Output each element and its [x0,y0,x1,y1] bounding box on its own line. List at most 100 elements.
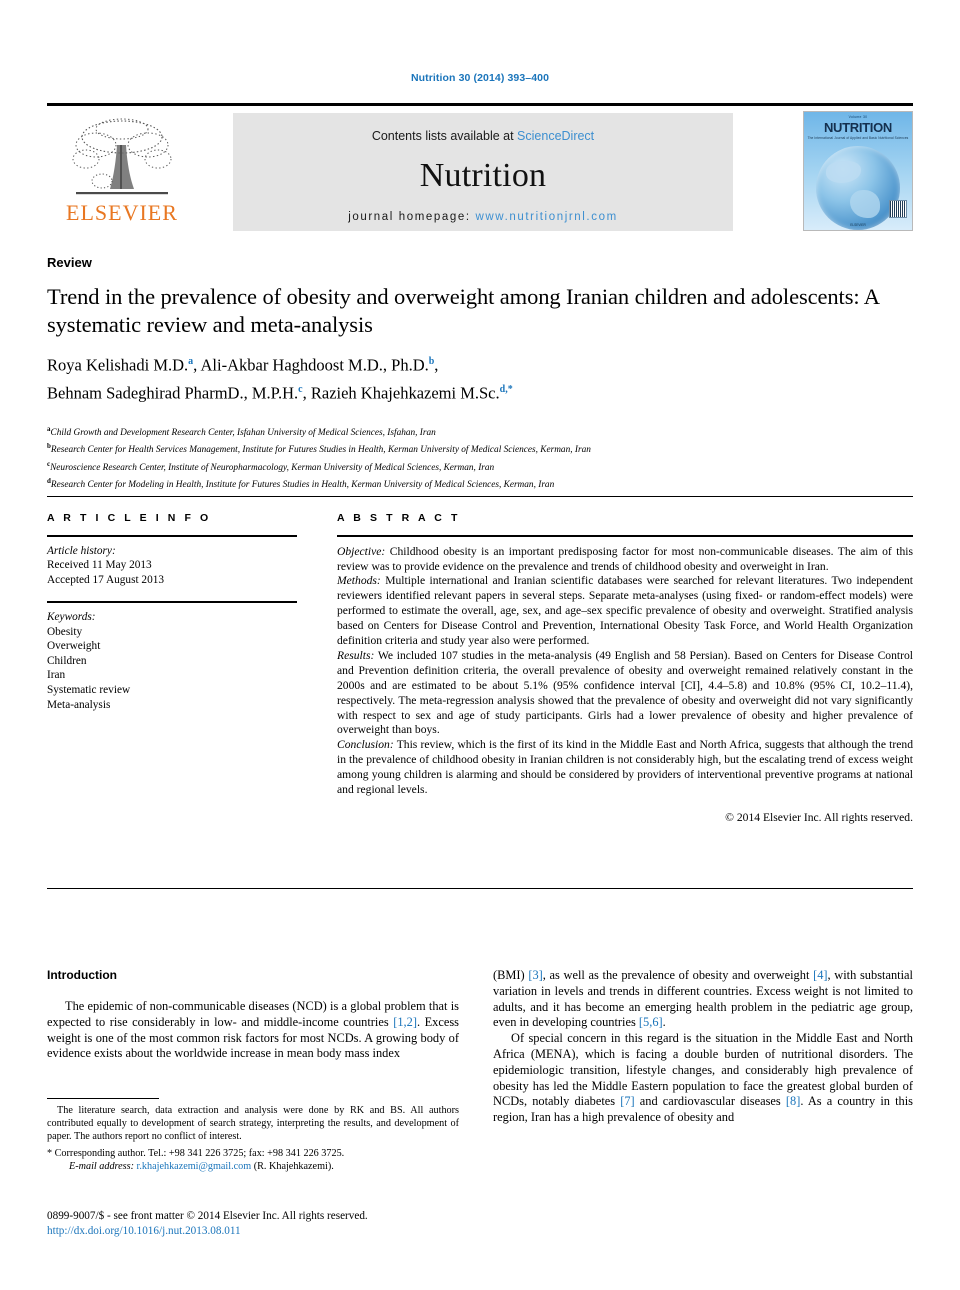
abstract-section-results: Results: We included 107 studies in the … [337,649,913,738]
citation-ref-3[interactable]: [3] [528,968,542,982]
affiliation-text: Neuroscience Research Center, Institute … [50,462,495,473]
abstract-label-objective: Objective: [337,544,386,558]
article-info-rule [47,535,297,537]
footnote-email-line: E-mail address: r.khajehkazemi@gmail.com… [47,1160,459,1173]
keyword-item: Obesity [47,625,83,638]
intro-p2-part-b: and cardiovascular diseases [634,1094,786,1109]
affiliation-item: aChild Growth and Development Research C… [47,423,927,440]
running-head: Nutrition 30 (2014) 393–400 [410,72,550,84]
affiliation-item: cNeuroscience Research Center, Institute… [47,458,927,475]
journal-masthead: ELSEVIER Contents lists available at Sci… [47,103,913,231]
author-line-1-end: , [434,355,439,375]
citation-ref-4[interactable]: [4] [813,968,827,982]
keyword-item: Children [47,654,87,667]
abstract-label-results: Results: [337,648,375,662]
author-names-1: Roya Kelishadi M.D. [47,355,189,375]
footnote-contribution: The literature search, data extraction a… [47,1105,459,1143]
article-info-column: A R T I C L E I N F O Article history: R… [47,512,297,712]
body-right-column: (BMI) [3], as well as the prevalence of … [493,968,913,1126]
abstract-section-conclusion: Conclusion: This review, which is the fi… [337,738,913,798]
sciencedirect-link[interactable]: ScienceDirect [517,129,594,143]
affiliation-text: Child Growth and Development Research Ce… [50,428,436,439]
corresponding-author-text: Corresponding author. Tel.: +98 341 226 … [52,1147,345,1159]
intro-p1-cont-b: , as well as the prevalence of obesity a… [542,968,814,982]
doi-link[interactable]: http://dx.doi.org/10.1016/j.nut.2013.08.… [47,1225,241,1237]
section-heading-introduction: Introduction [47,968,117,982]
article-type-kicker: Review [47,255,92,270]
intro-p1-cont-a: (BMI) [493,968,529,982]
abstract-heading: A B S T R A C T [337,512,461,524]
article-history-received: Received 11 May 2013 [47,559,152,572]
citation-ref-5-6[interactable]: [5,6] [639,1015,663,1029]
footnote-rule [47,1098,159,1099]
journal-homepage-prefix: journal homepage: [348,211,476,223]
author-line-2: Behnam Sadeghirad PharmD., M.P.H.c, Razi… [47,378,907,406]
article-info-heading: A R T I C L E I N F O [47,512,212,524]
barcode-icon [889,200,907,218]
affiliation-item: dResearch Center for Modeling in Health,… [47,475,927,492]
contents-lists-line: Contents lists available at ScienceDirec… [233,113,733,143]
author-names-1-mid: , Ali-Akbar Haghdoost M.D., Ph.D. [193,355,429,375]
cover-volume-label: Volume 30 [848,115,868,119]
intro-paragraph-1: The epidemic of non-communicable disease… [47,999,459,1062]
abstract-label-conclusion: Conclusion: [337,738,394,752]
abstract-label-methods: Methods: [337,574,381,588]
elsevier-logo: ELSEVIER [47,113,197,231]
journal-homepage-line: journal homepage: www.nutritionjrnl.com [233,211,733,223]
body-left-column: Introduction The epidemic of non-communi… [47,968,459,1062]
intro-paragraph-2: Of special concern in this regard is the… [493,1031,913,1126]
intro-right-text: (BMI) [3], as well as the prevalence of … [493,968,913,1126]
author-affiliation-mark-d: d, [499,383,508,395]
keywords-rule [47,601,297,603]
journal-title: Nutrition [419,157,547,194]
affiliation-list: aChild Growth and Development Research C… [47,423,927,492]
cover-title: NUTRITION [823,120,893,135]
keyword-item: Iran [47,669,66,682]
email-link[interactable]: r.khajehkazemi@gmail.com [137,1161,252,1172]
elsevier-tree-icon [47,113,197,201]
citation-ref-8[interactable]: [8] [786,1094,800,1108]
abstract-column: A B S T R A C T Objective: Childhood obe… [337,512,913,826]
article-history-label: Article history: [47,544,116,557]
corresponding-author-star: * [507,383,513,395]
email-address-label: E-mail address: [69,1160,134,1172]
cover-footer-label: ELSEVIER [850,223,866,227]
abstract-text-conclusion: This review, which is the first of its k… [337,738,913,797]
journal-cover-thumbnail: Volume 30 NUTRITION The International Jo… [803,111,913,231]
author-names-2-mid: , Razieh Khajehkazemi M.Sc. [302,383,500,402]
author-list: Roya Kelishadi M.D.a, Ali-Akbar Haghdoos… [47,350,907,405]
article-history-block: Article history: Received 11 May 2013 Ac… [47,544,297,588]
abstract-body: Objective: Childhood obesity is an impor… [337,545,913,826]
page-title: Trend in the prevalence of obesity and o… [47,284,879,337]
footnote-corresponding-author: * Corresponding author. Tel.: +98 341 22… [47,1147,459,1160]
intro-left-text: The epidemic of non-communicable disease… [47,999,459,1062]
article-history-accepted: Accepted 17 August 2013 [47,573,165,586]
intro-p1-cont-d: . [662,1015,666,1030]
abstract-text-methods: Multiple international and Iranian scien… [337,574,913,648]
citation-ref-1-2[interactable]: [1,2] [393,1015,417,1029]
footnote-block: The literature search, data extraction a… [47,1098,459,1173]
journal-homepage-link[interactable]: www.nutritionjrnl.com [476,211,618,223]
author-line-1: Roya Kelishadi M.D.a, Ali-Akbar Haghdoos… [47,350,907,378]
keyword-item: Systematic review [47,683,131,696]
issn-front-matter: 0899-9007/$ - see front matter © 2014 El… [47,1210,368,1222]
affiliation-item: bResearch Center for Health Services Man… [47,440,927,457]
intro-paragraph-1-cont: (BMI) [3], as well as the prevalence of … [493,968,913,1031]
info-section-top-rule [47,496,913,497]
keyword-item: Overweight [47,640,101,653]
globe-icon [816,146,900,230]
abstract-bottom-rule [47,888,913,889]
journal-banner: Contents lists available at ScienceDirec… [233,113,733,231]
abstract-copyright: © 2014 Elsevier Inc. All rights reserved… [725,811,913,824]
abstract-section-methods: Methods: Multiple international and Iran… [337,574,913,649]
masthead-top-rule [47,103,913,106]
citation-ref-7[interactable]: [7] [620,1094,634,1108]
abstract-text-results: We included 107 studies in the meta-anal… [337,648,913,737]
affiliation-text: Research Center for Modeling in Health, … [50,479,555,490]
keyword-item: Meta-analysis [47,698,111,711]
cover-subtitle: The International Journal of Applied and… [807,136,909,140]
contents-lists-prefix: Contents lists available at [371,129,518,143]
elsevier-wordmark: ELSEVIER [66,200,178,225]
email-owner: (R. Khajehkazemi). [251,1160,334,1172]
keywords-block: Keywords: Obesity Overweight Children Ir… [47,610,297,712]
